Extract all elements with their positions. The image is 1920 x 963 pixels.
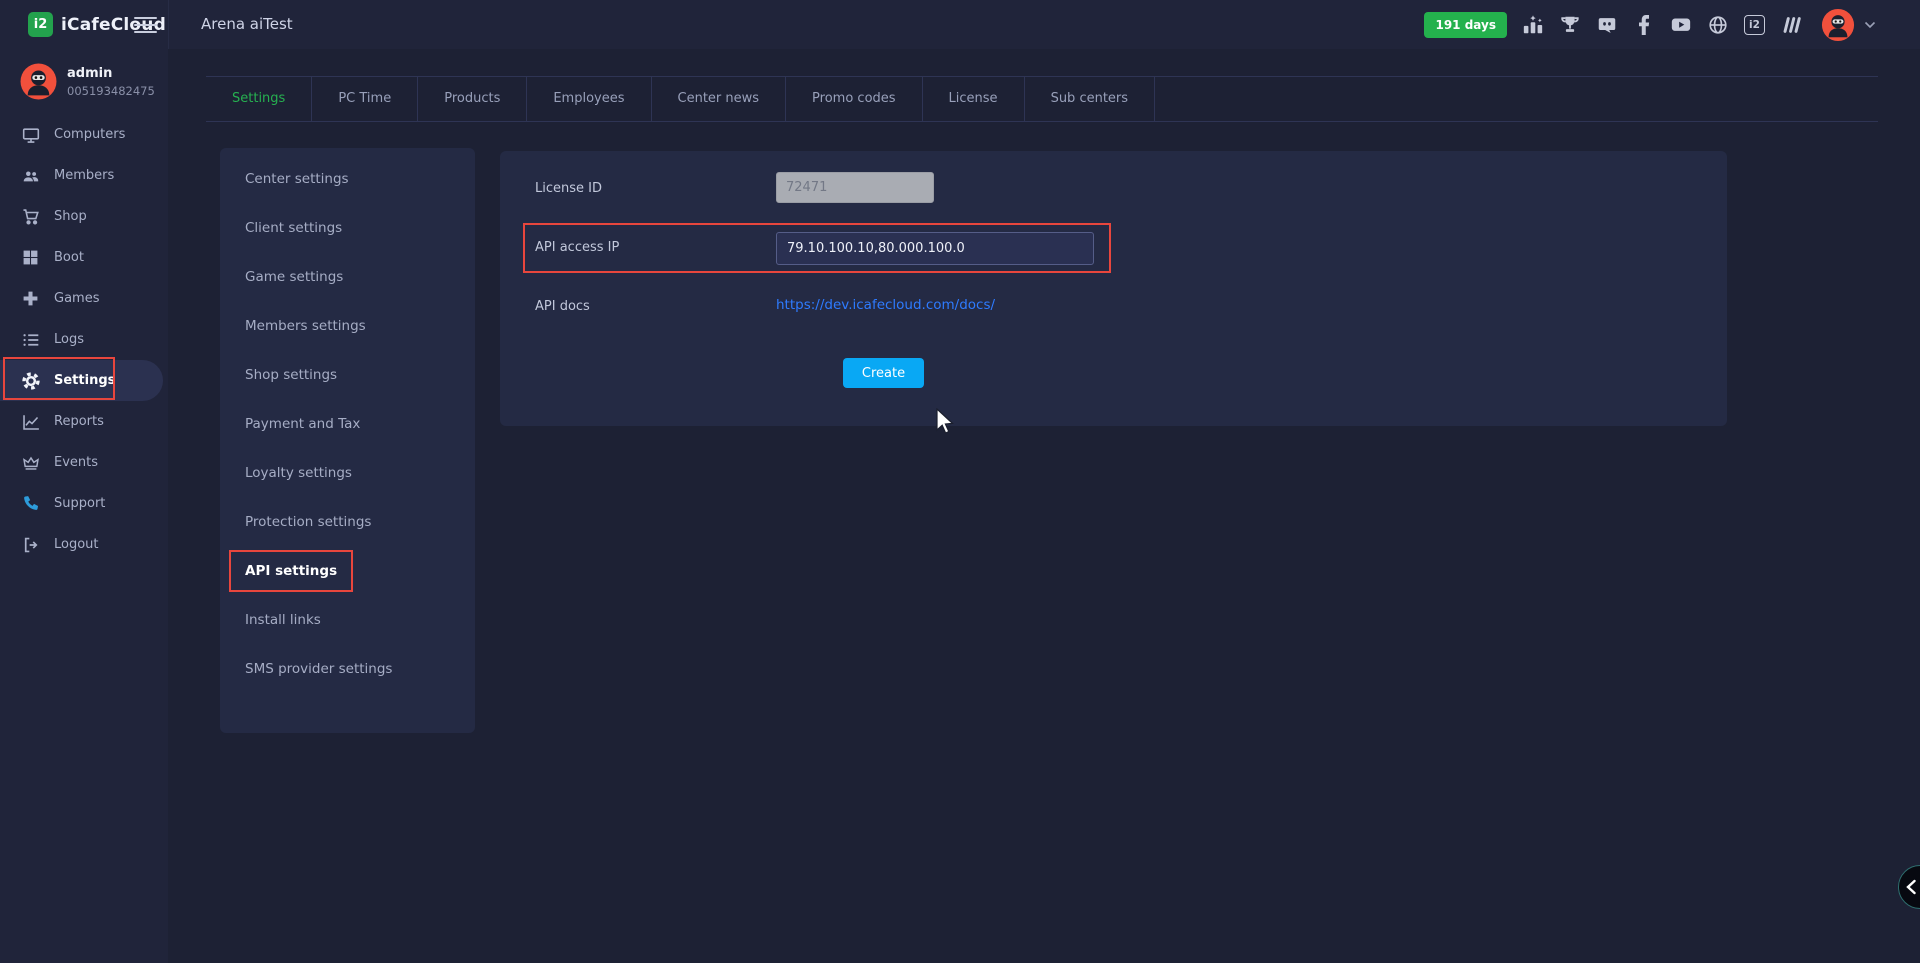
menu-item-game-settings[interactable]: Game settings [220,253,475,302]
menu-item-protection-settings[interactable]: Protection settings [220,498,475,547]
icafecloud-logo-icon: i2 [28,12,53,37]
menu-item-label: Protection settings [245,514,371,530]
menu-item-label: Members settings [245,318,366,334]
menu-item-install-links[interactable]: Install links [220,596,475,645]
topbar: i2 iCafeCloud Arena aiTest 191 days [0,0,1920,49]
tab-products[interactable]: Products [418,77,527,121]
menu-item-label: Center settings [245,171,349,187]
tab-center-news[interactable]: Center news [652,77,787,121]
collapse-panel-button[interactable] [1898,865,1920,909]
trophy-icon[interactable] [1559,14,1581,36]
icafecloud-mini-icon[interactable]: i2 [1744,15,1765,35]
sidebar-item-label: Events [54,455,98,470]
center-tabs: Settings PC Time Products Employees Cent… [206,76,1878,122]
sidebar-item-label: Shop [54,209,87,224]
sidebar-nav: Computers Members Shop Boot Games [0,114,168,565]
user-avatar[interactable] [1821,8,1855,42]
tab-sub-centers[interactable]: Sub centers [1025,77,1155,121]
phone-icon [22,495,40,513]
gear-icon [22,372,40,390]
sidebar-item-reports[interactable]: Reports [0,401,168,442]
sidebar-item-label: Members [54,168,114,183]
list-icon [22,331,40,349]
sidebar-user-id: 005193482475 [67,84,155,98]
menu-item-label: Client settings [245,220,342,236]
menu-item-center-settings[interactable]: Center settings [220,155,475,204]
facebook-icon[interactable] [1633,14,1655,36]
api-access-ip-label: API access IP [535,240,619,255]
menu-item-members-settings[interactable]: Members settings [220,302,475,351]
sidebar: admin 005193482475 Computers Members Sho… [0,49,168,963]
sidebar-item-logs[interactable]: Logs [0,319,168,360]
tab-license[interactable]: License [923,77,1025,121]
logout-icon [22,536,40,554]
license-id-input [776,172,934,203]
page-title: Arena aiTest [201,0,293,49]
cart-icon [22,208,40,226]
api-access-ip-input[interactable] [776,232,1094,265]
license-id-label: License ID [535,181,602,196]
chevron-down-icon[interactable] [1864,21,1876,29]
menu-item-loyalty-settings[interactable]: Loyalty settings [220,449,475,498]
sidebar-item-label: Reports [54,414,104,429]
tab-pc-time[interactable]: PC Time [312,77,418,121]
globe-icon[interactable] [1707,14,1729,36]
monitor-icon [22,126,40,144]
api-docs-link[interactable]: https://dev.icafecloud.com/docs/ [776,297,995,313]
tab-settings[interactable]: Settings [206,77,312,121]
tab-promo-codes[interactable]: Promo codes [786,77,923,121]
highlight-box-api-settings: API settings [229,550,353,592]
api-settings-form: License ID API access IP API docs https:… [500,151,1727,426]
chevron-left-icon [1905,879,1917,895]
sidebar-item-settings[interactable]: Settings [0,360,163,401]
sidebar-user-name: admin [67,66,155,81]
sidebar-item-computers[interactable]: Computers [0,114,168,155]
sidebar-item-label: Games [54,291,99,306]
sidebar-item-members[interactable]: Members [0,155,168,196]
layers-icon[interactable] [1780,14,1802,36]
api-docs-label: API docs [535,299,590,314]
sidebar-item-events[interactable]: Events [0,442,168,483]
gamepad-icon [22,290,40,308]
settings-submenu: Center settings Client settings Game set… [220,148,475,733]
chart-icon [22,413,40,431]
sidebar-item-label: Logout [54,537,99,552]
menu-item-shop-settings[interactable]: Shop settings [220,351,475,400]
sidebar-item-label: Settings [54,373,115,388]
menu-item-sms-provider-settings[interactable]: SMS provider settings [220,645,475,694]
hamburger-menu-icon[interactable] [134,17,157,38]
sidebar-item-logout[interactable]: Logout [0,524,168,565]
menu-item-label: Shop settings [245,367,337,383]
sidebar-user-avatar [20,63,57,100]
topbar-right-cluster: 191 days [1424,0,1876,49]
windows-icon [22,249,40,267]
menu-item-label: Payment and Tax [245,416,360,432]
ranking-icon[interactable] [1522,14,1544,36]
youtube-icon[interactable] [1670,14,1692,36]
menu-item-label: SMS provider settings [245,661,392,677]
topbar-divider [168,0,169,49]
sidebar-item-support[interactable]: Support [0,483,168,524]
sidebar-user-block[interactable]: admin 005193482475 [20,63,155,100]
sidebar-item-games[interactable]: Games [0,278,168,319]
menu-item-api-settings[interactable]: API settings [220,547,475,596]
sidebar-item-boot[interactable]: Boot [0,237,168,278]
menu-item-label: Loyalty settings [245,465,352,481]
people-icon [22,167,40,185]
menu-item-label: Install links [245,612,321,628]
sidebar-item-label: Logs [54,332,84,347]
tab-employees[interactable]: Employees [527,77,651,121]
menu-item-client-settings[interactable]: Client settings [220,204,475,253]
sidebar-item-label: Support [54,496,105,511]
discord-icon[interactable] [1596,14,1618,36]
menu-item-label: Game settings [245,269,343,285]
crown-icon [22,454,40,472]
menu-item-payment-and-tax[interactable]: Payment and Tax [220,400,475,449]
sidebar-item-shop[interactable]: Shop [0,196,168,237]
sidebar-item-label: Computers [54,127,125,142]
sidebar-item-label: Boot [54,250,84,265]
license-days-badge[interactable]: 191 days [1424,12,1507,38]
create-button[interactable]: Create [843,358,924,388]
